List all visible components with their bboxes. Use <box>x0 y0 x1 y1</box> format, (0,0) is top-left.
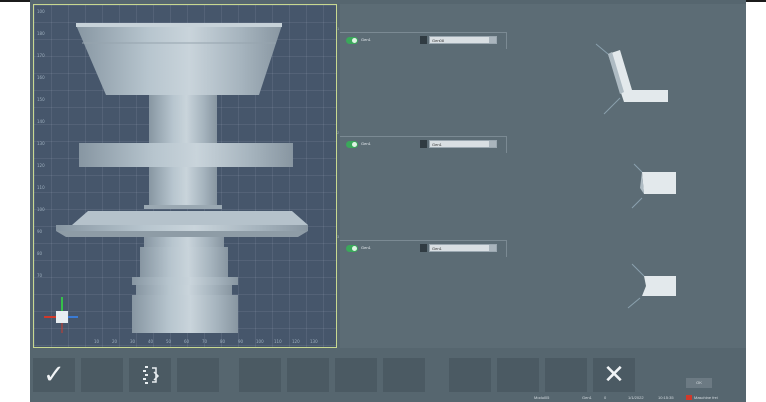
toggle-label: Gen1 <box>361 37 371 42</box>
select-value: Gen1 <box>432 142 442 147</box>
select-value: Gen08 <box>432 38 445 43</box>
toolbar-button-3[interactable] <box>129 358 171 392</box>
alert-indicator-icon <box>686 395 692 400</box>
checkmark-icon: ✓ <box>43 360 65 390</box>
tool-preview-1 <box>595 43 668 115</box>
tool-row: 3 Gen1 Gen1 <box>337 234 507 257</box>
enable-toggle[interactable] <box>346 245 358 252</box>
toolbar-button-9[interactable] <box>449 358 491 392</box>
tool-row: 1 Gen1 Gen08 <box>337 26 507 49</box>
tool-select[interactable]: Gen08 <box>429 36 497 44</box>
toolbar-button-8[interactable] <box>383 358 425 392</box>
axis-orientation-icon[interactable] <box>40 293 84 337</box>
status-machine: Maschine frei <box>694 395 718 400</box>
toolbar-button-6[interactable] <box>287 358 329 392</box>
chevron-down-icon <box>489 245 496 251</box>
row-index: 3 <box>337 234 340 239</box>
3d-viewport[interactable]: 100 180 170 160 150 140 130 120 110 100 … <box>33 4 337 348</box>
status-gen: Gen1 <box>582 395 592 400</box>
row-index: 1 <box>337 26 340 31</box>
enable-toggle[interactable] <box>346 37 358 44</box>
toggle-label: Gen1 <box>361 245 371 250</box>
layers-icon <box>143 366 160 384</box>
close-icon: ✕ <box>603 360 625 390</box>
tool-settings-panel: 1 Gen1 Gen08 2 Gen1 Gen1 3 Gen1 Gen1 <box>337 4 746 348</box>
tool-row: 2 Gen1 Gen1 <box>337 130 507 153</box>
confirm-button[interactable]: ✓ <box>33 358 75 392</box>
enable-toggle[interactable] <box>346 141 358 148</box>
toolbar-button-4[interactable] <box>177 358 219 392</box>
chevron-down-icon <box>489 141 496 147</box>
tool-preview-2 <box>631 163 676 209</box>
tool-icon <box>420 36 427 44</box>
chevron-down-icon <box>489 37 496 43</box>
status-module: Modul05 <box>534 395 550 400</box>
status-time: 10:15:35 <box>658 395 674 400</box>
close-button[interactable]: ✕ <box>593 358 635 392</box>
toolbar-button-10[interactable] <box>497 358 539 392</box>
right-edge <box>746 4 766 402</box>
bottom-toolbar: ✓ ✕ <box>30 350 746 394</box>
small-action-button[interactable]: OK <box>686 378 712 388</box>
toolbar-button-7[interactable] <box>335 358 377 392</box>
toggle-label: Gen1 <box>361 141 371 146</box>
tool-select[interactable]: Gen1 <box>429 244 497 252</box>
status-date: 1/1/2022 <box>628 395 644 400</box>
status-bar: Modul05 Gen1 0 1/1/2022 10:15:35 Maschin… <box>30 394 746 402</box>
toolbar-button-2[interactable] <box>81 358 123 392</box>
row-index: 2 <box>337 130 340 135</box>
status-count: 0 <box>604 395 607 400</box>
select-value: Gen1 <box>432 246 442 251</box>
tool-preview-3 <box>627 263 676 309</box>
toolbar-button-11[interactable] <box>545 358 587 392</box>
toolbar-button-5[interactable] <box>239 358 281 392</box>
small-button-label: OK <box>696 380 702 385</box>
tool-icon <box>420 244 427 252</box>
application-window: 100 180 170 160 150 140 130 120 110 100 … <box>30 0 746 402</box>
tool-icon <box>420 140 427 148</box>
tool-select[interactable]: Gen1 <box>429 140 497 148</box>
